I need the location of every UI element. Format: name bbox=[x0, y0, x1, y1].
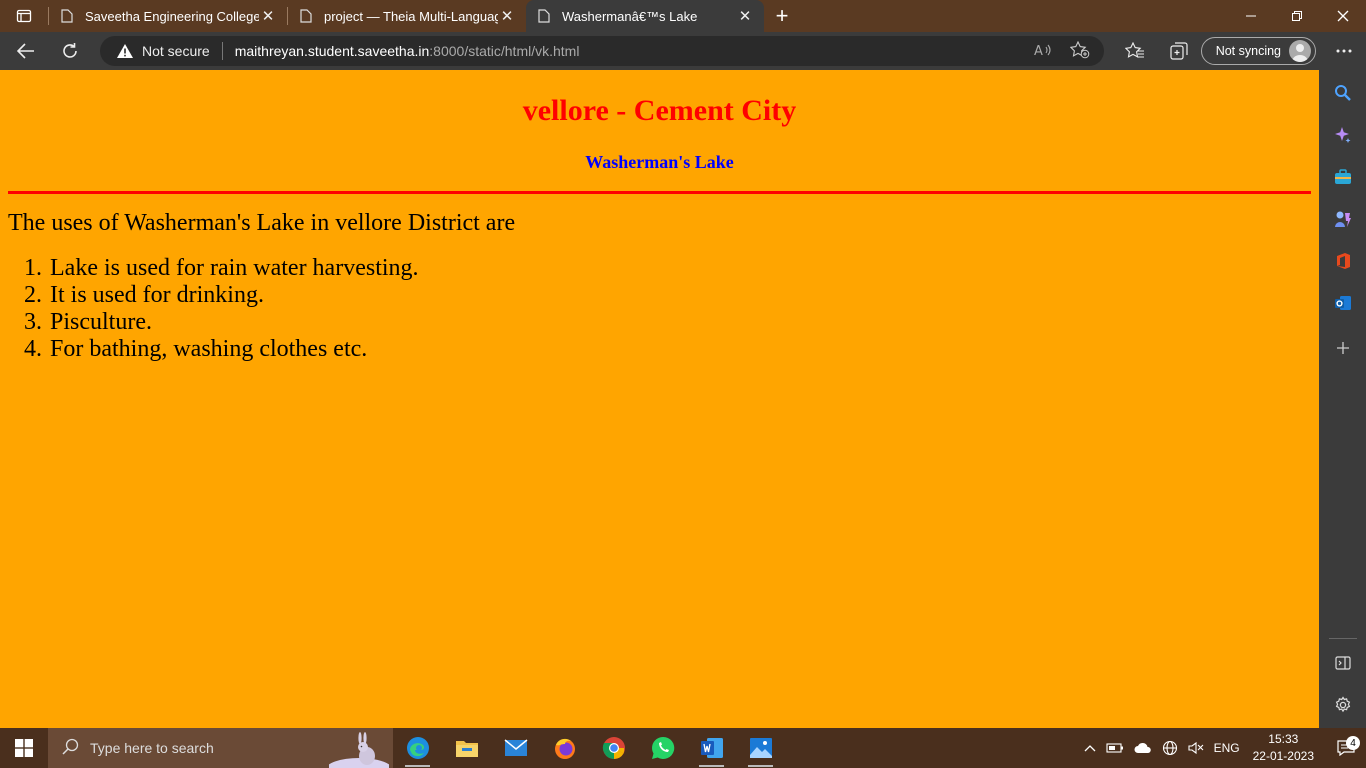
tab-actions-icon[interactable] bbox=[0, 0, 48, 32]
search-icon[interactable] bbox=[1319, 78, 1366, 108]
edge-sidebar bbox=[1319, 70, 1366, 728]
minimize-icon[interactable] bbox=[1228, 0, 1274, 32]
notification-count-badge: 4 bbox=[1346, 736, 1360, 750]
window-controls bbox=[1228, 0, 1366, 32]
windows-taskbar: Type here to search ENG 15:33 22-01-2023… bbox=[0, 728, 1366, 768]
search-icon bbox=[62, 738, 80, 759]
more-options-icon[interactable] bbox=[1322, 49, 1366, 53]
sync-label: Not syncing bbox=[1215, 44, 1281, 58]
bunny-illustration-icon bbox=[329, 732, 389, 768]
list-item: Lake is used for rain water harvesting. bbox=[48, 255, 419, 282]
address-bar[interactable]: Not secure maithreyan.student.saveetha.i… bbox=[100, 36, 1104, 66]
edge-app-icon[interactable] bbox=[393, 728, 442, 768]
address-actions: A bbox=[1034, 36, 1090, 66]
url-path: :8000/static/html/vk.html bbox=[429, 43, 580, 59]
collections-icon[interactable] bbox=[1157, 42, 1201, 60]
address-divider bbox=[221, 42, 223, 60]
search-placeholder: Type here to search bbox=[90, 740, 214, 756]
tab-saveetha[interactable]: Saveetha Engineering College ✕ bbox=[49, 0, 287, 32]
windows-start-icon[interactable] bbox=[0, 728, 48, 768]
intro-text: The uses of Washerman's Lake in vellore … bbox=[8, 210, 516, 236]
read-aloud-icon[interactable]: A bbox=[1034, 42, 1052, 61]
clock-date: 22-01-2023 bbox=[1252, 749, 1314, 763]
file-explorer-icon[interactable] bbox=[442, 728, 491, 768]
system-clock[interactable]: 15:33 22-01-2023 bbox=[1253, 731, 1314, 765]
notifications-icon[interactable]: 4 bbox=[1326, 736, 1366, 756]
toolbar-right: Not syncing bbox=[1113, 32, 1366, 70]
word-icon[interactable] bbox=[687, 728, 736, 768]
hide-sidebar-icon[interactable] bbox=[1319, 648, 1366, 678]
system-tray: ENG 15:33 22-01-2023 4 bbox=[1079, 728, 1366, 768]
new-tab-button[interactable]: + bbox=[764, 0, 800, 32]
sidebar-divider bbox=[1329, 638, 1357, 639]
firefox-icon[interactable] bbox=[540, 728, 589, 768]
outlook-icon[interactable] bbox=[1319, 288, 1366, 318]
photos-icon[interactable] bbox=[736, 728, 785, 768]
list-item: Pisculture. bbox=[48, 309, 419, 336]
url-host: maithreyan.student.saveetha.in bbox=[234, 43, 430, 59]
tab-theia[interactable]: project — Theia Multi-Language ✕ bbox=[288, 0, 526, 32]
tools-icon[interactable] bbox=[1319, 162, 1366, 192]
list-item: For bathing, washing clothes etc. bbox=[48, 336, 419, 363]
tab-title: Washermanâ€™s Lake bbox=[562, 8, 698, 24]
profile-sync-button[interactable]: Not syncing bbox=[1200, 37, 1316, 65]
show-hidden-icons-icon[interactable] bbox=[1084, 744, 1096, 752]
back-icon[interactable] bbox=[8, 36, 44, 66]
discover-icon[interactable] bbox=[1319, 120, 1366, 150]
refresh-icon[interactable] bbox=[52, 36, 88, 66]
tab-title: Saveetha Engineering College bbox=[85, 8, 259, 24]
favorites-icon[interactable] bbox=[1113, 42, 1157, 60]
page-icon bbox=[59, 8, 75, 24]
horizontal-rule bbox=[8, 191, 1311, 194]
add-icon[interactable] bbox=[1319, 333, 1366, 363]
page-icon bbox=[536, 8, 552, 24]
close-tab-icon[interactable]: ✕ bbox=[259, 7, 277, 25]
settings-gear-icon[interactable] bbox=[1319, 690, 1366, 720]
security-label[interactable]: Not secure bbox=[142, 43, 210, 59]
input-language[interactable]: ENG bbox=[1214, 741, 1240, 755]
tab-title: project — Theia Multi-Language bbox=[324, 8, 498, 24]
restore-icon[interactable] bbox=[1274, 0, 1320, 32]
whatsapp-icon[interactable] bbox=[638, 728, 687, 768]
onedrive-cloud-icon[interactable] bbox=[1134, 742, 1152, 754]
office-icon[interactable] bbox=[1319, 246, 1366, 276]
page-subheading: Washerman's Lake bbox=[585, 152, 734, 172]
network-globe-icon[interactable] bbox=[1162, 740, 1178, 756]
close-tab-icon[interactable]: ✕ bbox=[498, 7, 516, 25]
uses-list: Lake is used for rain water harvesting. … bbox=[48, 255, 419, 363]
games-icon[interactable] bbox=[1319, 204, 1366, 234]
warning-icon[interactable] bbox=[116, 43, 134, 59]
clock-time: 15:33 bbox=[1268, 732, 1299, 746]
tab-washerman-lake[interactable]: Washermanâ€™s Lake ✕ bbox=[526, 0, 764, 32]
svg-text:A: A bbox=[1034, 44, 1043, 58]
taskbar-search[interactable]: Type here to search bbox=[48, 728, 393, 768]
volume-muted-icon[interactable] bbox=[1188, 741, 1204, 755]
add-favorite-icon[interactable] bbox=[1069, 40, 1090, 62]
close-window-icon[interactable] bbox=[1320, 0, 1366, 32]
close-tab-icon[interactable]: ✕ bbox=[736, 7, 754, 25]
chrome-icon[interactable] bbox=[589, 728, 638, 768]
battery-icon[interactable] bbox=[1106, 742, 1124, 754]
mail-icon[interactable] bbox=[491, 728, 540, 768]
list-item: It is used for drinking. bbox=[48, 282, 419, 309]
avatar bbox=[1289, 40, 1311, 62]
page-content: vellore - Cement City Washerman's Lake T… bbox=[0, 70, 1319, 728]
tab-strip: Saveetha Engineering College ✕ project —… bbox=[0, 0, 1366, 32]
page-icon bbox=[298, 8, 314, 24]
page-heading: vellore - Cement City bbox=[522, 94, 797, 127]
